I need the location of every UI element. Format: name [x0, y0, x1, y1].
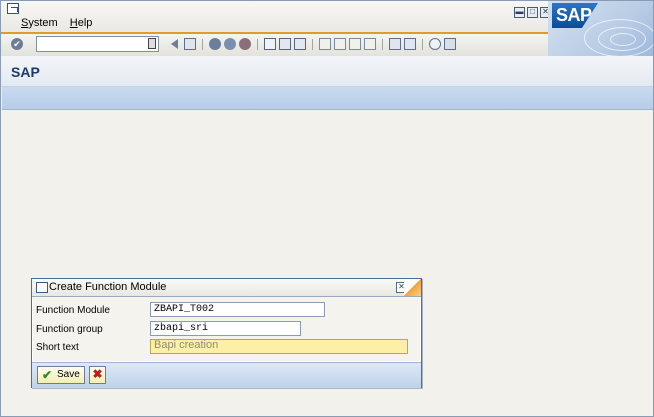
cancel-button[interactable]: ✖ — [89, 366, 106, 384]
sap-logo-text: SAP — [556, 5, 592, 25]
help-icon[interactable] — [429, 38, 441, 50]
minimize-icon[interactable]: ▬ — [514, 7, 525, 18]
save-icon[interactable] — [184, 38, 196, 50]
short-text-input[interactable]: Bapi creation — [150, 339, 408, 354]
new-session-icon[interactable] — [389, 38, 401, 50]
dialog-footer: ✔ Save ✖ — [32, 362, 421, 388]
last-page-icon[interactable] — [364, 38, 376, 50]
first-page-icon[interactable] — [319, 38, 331, 50]
standard-toolbar: ✔ — [1, 34, 548, 57]
function-module-row: Function Module ZBAPI_T002 — [33, 301, 420, 319]
function-group-row: Function group zbapi_sri — [33, 320, 420, 338]
create-function-module-dialog: Create Function Module ✕ Function Module… — [31, 278, 422, 388]
dialog-title: Create Function Module — [49, 281, 167, 293]
menu-item-system[interactable]: System — [21, 17, 58, 29]
back-icon[interactable] — [171, 39, 178, 49]
find-next-icon[interactable] — [294, 38, 306, 50]
short-text-row: Short text Bapi creation — [33, 338, 420, 356]
maximize-icon[interactable]: □ — [527, 7, 538, 18]
function-group-input[interactable]: zbapi_sri — [150, 321, 301, 336]
function-group-label: Function group — [36, 324, 103, 335]
cancel-icon[interactable] — [239, 38, 251, 50]
save-button-label: Save — [57, 369, 80, 380]
back-nav-icon[interactable] — [209, 38, 221, 50]
application-toolbar — [2, 87, 653, 110]
print-icon[interactable] — [264, 38, 276, 50]
menu: System Help — [21, 17, 101, 29]
title-bar: SAP — [1, 56, 653, 87]
save-button[interactable]: ✔ Save — [37, 366, 85, 384]
command-history-icon[interactable] — [148, 38, 156, 49]
short-text-label: Short text — [36, 342, 79, 353]
layout-menu-icon[interactable] — [444, 38, 456, 50]
shortcut-icon[interactable] — [404, 38, 416, 50]
next-page-icon[interactable] — [349, 38, 361, 50]
dialog-corner-decoration — [404, 279, 421, 296]
previous-page-icon[interactable] — [334, 38, 346, 50]
cancel-x-icon: ✖ — [92, 367, 103, 381]
command-field[interactable] — [36, 36, 159, 52]
checkmark-icon: ✔ — [42, 368, 53, 382]
sap-logo: SAP — [552, 3, 598, 28]
dialog-window-icon — [36, 282, 48, 293]
sap-gui-window: System Help ▬ □ ✕ SAP ✔ SAP Create Funct… — [0, 0, 654, 417]
page-title: SAP — [11, 64, 40, 80]
menu-item-help[interactable]: Help — [70, 17, 93, 29]
dialog-body: Function Module ZBAPI_T002 Function grou… — [33, 297, 420, 361]
function-module-input[interactable]: ZBAPI_T002 — [150, 302, 325, 317]
exit-icon[interactable] — [224, 38, 236, 50]
sap-logo-area: SAP — [548, 1, 653, 56]
find-icon[interactable] — [279, 38, 291, 50]
enter-icon[interactable]: ✔ — [11, 38, 23, 50]
dialog-title-bar: Create Function Module ✕ — [32, 279, 421, 297]
function-module-label: Function Module — [36, 305, 110, 316]
system-menu-icon[interactable] — [7, 3, 19, 14]
